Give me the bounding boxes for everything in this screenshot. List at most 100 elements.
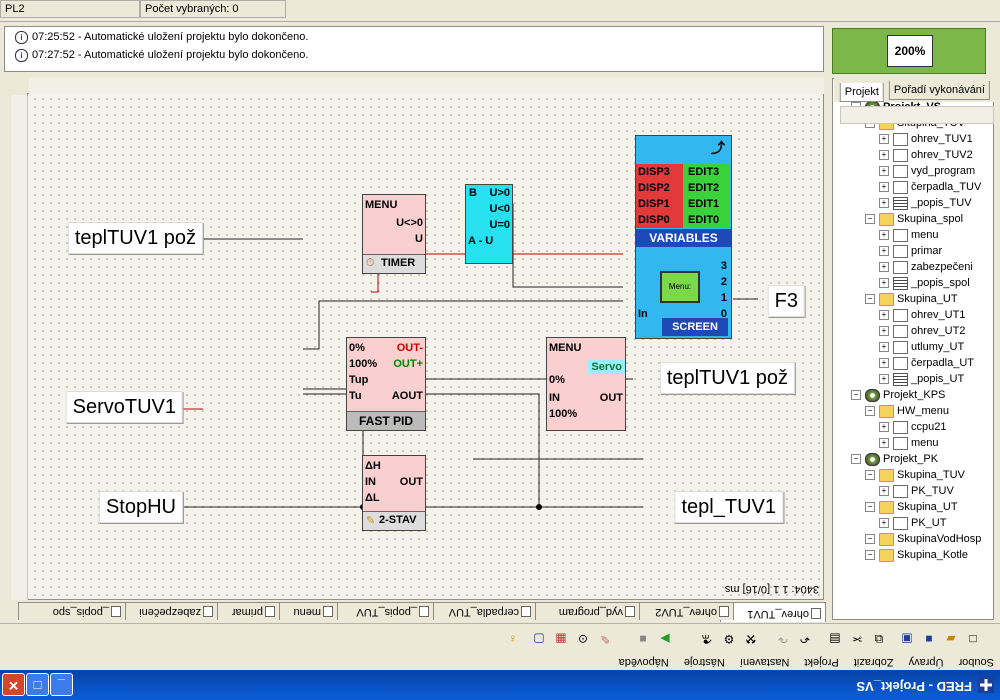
- tree-item[interactable]: + _popis_spol: [879, 275, 970, 291]
- menu-zobrazit[interactable]: Zobrazit: [848, 656, 900, 670]
- menu-napoveda[interactable]: Nápověda: [613, 656, 675, 670]
- tab-popis-spo[interactable]: _popis_spo: [18, 602, 126, 620]
- expand-toggle-icon[interactable]: +: [879, 486, 889, 497]
- zoom-icon[interactable]: ⊙: [574, 630, 592, 648]
- tree-item[interactable]: + menu: [879, 227, 939, 243]
- tree-item[interactable]: + čerpadla_TUV: [879, 179, 981, 195]
- copy-icon[interactable]: ⧉: [870, 630, 888, 648]
- output-servo[interactable]: ServoTUV1: [65, 391, 183, 423]
- expand-toggle-icon[interactable]: +: [879, 182, 889, 193]
- fastpid-block[interactable]: 0% 100% Tup Tu OUT- OUT+ AOUT FAST PID: [346, 337, 426, 431]
- tab-ohrev-tuv1[interactable]: ohrev_TUV1: [720, 602, 826, 622]
- expand-toggle-icon[interactable]: +: [879, 246, 889, 257]
- tab-popis-tuv[interactable]: _popis_TUV: [328, 602, 434, 620]
- timer-block[interactable]: MENU U<>0 U ⏱ TIMER: [362, 194, 426, 274]
- tree-item[interactable]: + menu: [879, 435, 939, 451]
- tree-item[interactable]: − Skupina_UT: [865, 291, 958, 307]
- menu-nastroje[interactable]: Nástroje: [678, 656, 731, 670]
- variables-block[interactable]: ⤴ DISP3 DISP2 DISP1 DISP0 EDIT3 EDIT2 ED…: [635, 135, 732, 339]
- tab-zabezpeceni[interactable]: zabezpečeni: [118, 602, 218, 620]
- menu-soubor[interactable]: Soubor: [953, 656, 1000, 670]
- open-icon[interactable]: ▰: [942, 630, 960, 648]
- tree-item[interactable]: + vyd_program: [879, 163, 975, 179]
- twostate-block[interactable]: ΔH IN ΔL OUT ✎ 2-STAV: [362, 455, 426, 531]
- tool1-icon[interactable]: ⚒: [742, 630, 760, 648]
- tree-item[interactable]: + _popis_UT: [879, 371, 964, 387]
- run-icon[interactable]: ▶: [656, 630, 674, 648]
- cut-icon[interactable]: ✂: [848, 630, 866, 648]
- tree-item[interactable]: + ohrev_TUV1: [879, 131, 973, 147]
- tab-ohrev-tuv2[interactable]: ohrev_TUV2: [628, 602, 734, 620]
- canvas-horizontal-scrollbar[interactable]: [29, 78, 824, 94]
- input-tepl-tuv1[interactable]: tepl_TUV1: [674, 491, 783, 523]
- tree-item[interactable]: + zabezpečeni: [879, 259, 973, 275]
- diagram-canvas[interactable]: 3404: 1 1 [0/16] ms ⤴ DISP3 DISP2 DISP1 …: [27, 93, 824, 600]
- expand-toggle-icon[interactable]: −: [865, 470, 875, 481]
- tree-item[interactable]: − Skupina_TUV: [865, 467, 965, 483]
- expand-toggle-icon[interactable]: −: [865, 550, 875, 561]
- tree-item[interactable]: − Skupina_spol: [865, 211, 963, 227]
- tree-item[interactable]: + čerpadla_UT: [879, 355, 974, 371]
- expand-toggle-icon[interactable]: +: [879, 278, 889, 289]
- expand-toggle-icon[interactable]: +: [879, 358, 889, 369]
- expand-toggle-icon[interactable]: −: [865, 214, 875, 225]
- tree-item[interactable]: − Skupina_UT: [865, 499, 958, 515]
- tab-poradi[interactable]: Pořadí vykonávání: [888, 81, 990, 100]
- tool3-icon[interactable]: ⚗: [698, 630, 716, 648]
- tab-primar[interactable]: primar: [212, 602, 280, 620]
- new-icon[interactable]: □: [964, 630, 982, 648]
- expand-toggle-icon[interactable]: −: [851, 390, 861, 401]
- expand-toggle-icon[interactable]: −: [865, 406, 875, 417]
- tree-item[interactable]: − HW_menu: [865, 403, 949, 419]
- tab-menu[interactable]: menu: [272, 602, 338, 620]
- compile-icon[interactable]: ✎: [596, 630, 614, 648]
- undo-icon[interactable]: ↶: [796, 630, 814, 648]
- tree-item[interactable]: + primar: [879, 243, 942, 259]
- maximize-button[interactable]: □: [26, 673, 49, 696]
- expand-toggle-icon[interactable]: +: [879, 134, 889, 145]
- tree-item[interactable]: + utlumy_UT: [879, 339, 964, 355]
- overview-navigator[interactable]: 200%: [832, 28, 986, 74]
- tree-item[interactable]: + ccpu21: [879, 419, 946, 435]
- tree-item[interactable]: + ohrev_UT2: [879, 323, 965, 339]
- tree-item[interactable]: − SkupinaVodHosp: [865, 531, 981, 547]
- expand-toggle-icon[interactable]: +: [879, 518, 889, 529]
- expand-toggle-icon[interactable]: +: [879, 230, 889, 241]
- expand-toggle-icon[interactable]: +: [879, 150, 889, 161]
- menu-projekt[interactable]: Projekt: [798, 656, 844, 670]
- expand-toggle-icon[interactable]: −: [865, 534, 875, 545]
- expand-toggle-icon[interactable]: +: [879, 422, 889, 433]
- menu-nastaveni[interactable]: Nastavení: [734, 656, 796, 670]
- redo-icon[interactable]: ↷: [774, 630, 792, 648]
- servo-block[interactable]: MENU 0% IN 100% OUT Servo: [546, 337, 626, 431]
- expand-toggle-icon[interactable]: +: [879, 198, 889, 209]
- tree-item[interactable]: − Projekt_PK: [851, 451, 938, 467]
- tree-item[interactable]: − Skupina_Kotle: [865, 547, 968, 563]
- expand-toggle-icon[interactable]: +: [879, 438, 889, 449]
- table-icon[interactable]: ▦: [552, 630, 570, 648]
- tree-item[interactable]: + ohrev_UT1: [879, 307, 965, 323]
- compare-block[interactable]: B U>0 U<0 U=0 A - U: [465, 184, 513, 264]
- stop-icon[interactable]: ■: [634, 630, 652, 648]
- save-all-icon[interactable]: ▣: [898, 630, 916, 648]
- save-icon[interactable]: ■: [920, 630, 938, 648]
- tree-scrollbar[interactable]: [840, 106, 994, 124]
- expand-toggle-icon[interactable]: +: [879, 342, 889, 353]
- tab-vyd-program[interactable]: vyd_program: [526, 602, 640, 620]
- input-tepl-poz[interactable]: teplTUV1 pož: [659, 362, 795, 394]
- tree-item[interactable]: + _popis_TUV: [879, 195, 972, 211]
- tree-item[interactable]: − Projekt_KPS: [851, 387, 945, 403]
- expand-toggle-icon[interactable]: +: [879, 374, 889, 385]
- tab-cerpadla-tuv[interactable]: cerpadla_TUV: [422, 602, 536, 620]
- tree-item[interactable]: + ohrev_TUV2: [879, 147, 973, 163]
- tool2-icon[interactable]: ⚙: [720, 630, 738, 648]
- expand-toggle-icon[interactable]: +: [879, 166, 889, 177]
- expand-toggle-icon[interactable]: +: [879, 310, 889, 321]
- expand-toggle-icon[interactable]: +: [879, 326, 889, 337]
- bulb-icon[interactable]: ♁: [504, 630, 522, 648]
- canvas-vertical-scrollbar[interactable]: [11, 95, 28, 600]
- window-icon[interactable]: ▢: [530, 630, 548, 648]
- tree-item[interactable]: + PK_TUV: [879, 483, 954, 499]
- expand-toggle-icon[interactable]: −: [851, 454, 861, 465]
- expand-toggle-icon[interactable]: +: [879, 262, 889, 273]
